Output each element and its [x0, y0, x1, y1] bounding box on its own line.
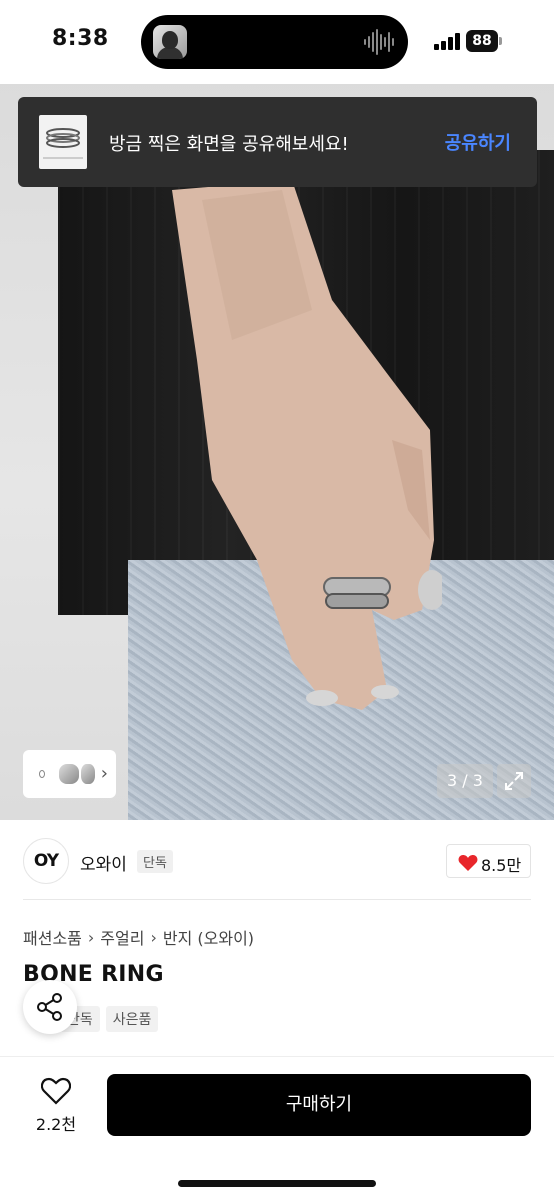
- heart-icon: [41, 1077, 71, 1105]
- brand-logo[interactable]: OY: [23, 838, 69, 884]
- screenshot-share-toast: 방금 찍은 화면을 공유해보세요! 공유하기: [18, 97, 537, 187]
- wishlist-button[interactable]: 2.2천: [26, 1075, 86, 1135]
- brand-row: OY 오와이 단독 8.5만: [0, 820, 554, 902]
- dynamic-island[interactable]: [141, 15, 408, 69]
- chevron-right-icon[interactable]: ›: [101, 763, 108, 784]
- brand-badge: 단독: [137, 850, 173, 873]
- brand-like-button[interactable]: 8.5만: [446, 844, 531, 878]
- toast-message: 방금 찍은 화면을 공유해보세요!: [109, 134, 349, 155]
- rating-peek: [23, 1048, 223, 1056]
- status-time: 8:38: [52, 26, 109, 51]
- expand-button[interactable]: [497, 764, 531, 798]
- chevron-right-icon: ›: [150, 927, 157, 947]
- thumbnail[interactable]: [59, 764, 79, 784]
- breadcrumb-item[interactable]: 반지 (오와이): [163, 925, 254, 949]
- share-action-button[interactable]: 공유하기: [445, 129, 511, 155]
- status-bar: 8:38 88: [0, 0, 554, 84]
- chevron-right-icon: ›: [87, 927, 95, 947]
- now-playing-avatar: [153, 25, 187, 59]
- purchase-bar: 2.2천 구매하기: [0, 1056, 554, 1200]
- thumbnail-strip[interactable]: ›: [23, 750, 116, 798]
- hand-with-ring-graphic: [172, 180, 442, 710]
- breadcrumb-item[interactable]: 주얼리: [100, 925, 144, 949]
- divider: [23, 899, 531, 900]
- brand-name[interactable]: 오와이: [80, 850, 127, 875]
- wishlist-count: 2.2천: [35, 1115, 77, 1134]
- share-button[interactable]: [23, 980, 77, 1034]
- product-tag: 사은품: [105, 1006, 159, 1032]
- battery-level: 88: [466, 30, 498, 52]
- buy-button[interactable]: 구매하기: [107, 1074, 531, 1136]
- heart-icon: [458, 855, 478, 871]
- thumbnail[interactable]: [39, 770, 45, 778]
- screenshot-thumbnail[interactable]: [39, 115, 87, 169]
- breadcrumb-item[interactable]: 패션소품: [23, 925, 82, 949]
- home-indicator[interactable]: [178, 1180, 376, 1187]
- battery-icon: 88: [466, 30, 502, 52]
- image-counter: 3 / 3: [437, 764, 493, 798]
- breadcrumb: 패션소품 › 주얼리 › 반지 (오와이): [23, 925, 254, 949]
- thumbnail[interactable]: [81, 764, 95, 784]
- signal-icon: [434, 32, 460, 50]
- audio-wave-icon: [364, 29, 394, 55]
- expand-icon: [505, 772, 523, 790]
- share-icon: [37, 993, 62, 1021]
- brand-like-count: 8.5만: [481, 856, 522, 875]
